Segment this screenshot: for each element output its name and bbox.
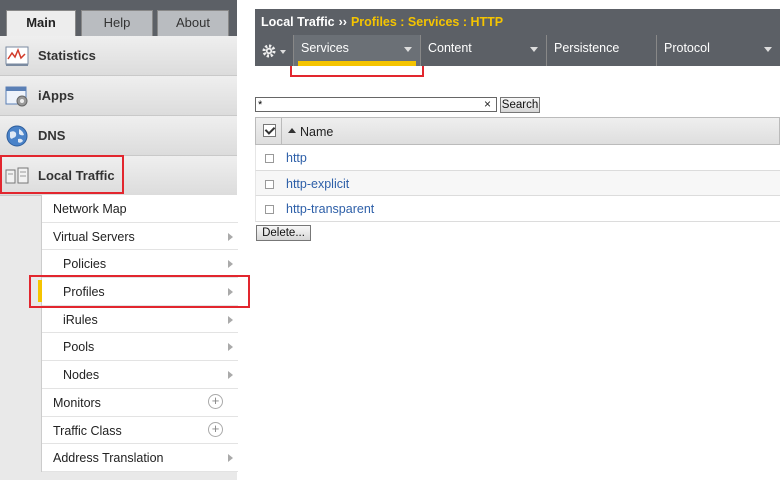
profile-link[interactable]: http-transparent (286, 202, 374, 216)
submenu-item-label: iRules (63, 312, 98, 327)
submenu-item-label: Nodes (63, 368, 100, 383)
submenu-item-label: Policies (63, 257, 107, 272)
statistics-icon (5, 46, 29, 66)
table-header: Name (255, 117, 780, 145)
chevron-down-icon (764, 47, 772, 52)
submenu-item-label: Address Translation (53, 451, 164, 466)
profile-link[interactable]: http-explicit (286, 177, 349, 191)
chevron-down-icon (530, 47, 538, 52)
column-divider (281, 118, 282, 144)
row-checkbox[interactable] (265, 179, 274, 189)
submenu-item-virtual-servers[interactable]: Virtual Servers (42, 223, 238, 251)
tab-label: Persistence (554, 41, 620, 55)
tab-about[interactable]: About (157, 10, 229, 36)
submenu-item-label: Profiles (63, 285, 105, 300)
chevron-right-icon (228, 315, 233, 324)
sidebar: Main Help About Statistics iApps DNS Loc… (0, 0, 238, 480)
chevron-right-icon (228, 232, 233, 241)
sidebar-item-label: iApps (38, 88, 75, 103)
clear-search-icon[interactable]: × (484, 97, 496, 112)
sidebar-item-iapps[interactable]: iApps (0, 76, 237, 116)
row-checkbox[interactable] (265, 205, 274, 214)
sidebar-item-dns[interactable]: DNS (0, 116, 237, 156)
add-icon[interactable]: + (208, 421, 223, 437)
search-button[interactable]: Search (500, 97, 540, 113)
iapps-icon (5, 86, 28, 107)
table-row: http (255, 145, 780, 171)
submenu-item-network-map[interactable]: Network Map (42, 195, 238, 223)
table-row: http-explicit (255, 170, 780, 196)
tab-label: Protocol (664, 41, 710, 55)
sort-ascending-icon[interactable] (288, 128, 296, 133)
breadcrumb-root: Local Traffic (261, 15, 335, 29)
sidebar-item-statistics[interactable]: Statistics (0, 36, 237, 76)
main-tabs: Main Help About (0, 0, 237, 37)
tab-label: Services (301, 41, 349, 55)
menu-bar: Services Content Persistence Protocol (255, 35, 780, 66)
chevron-right-icon (228, 343, 233, 352)
sidebar-item-local-traffic[interactable]: Local Traffic (0, 156, 237, 196)
row-checkbox[interactable] (265, 154, 274, 163)
profile-link[interactable]: http (286, 151, 307, 165)
sidebar-item-label: Statistics (38, 48, 96, 63)
tab-label: Content (428, 41, 472, 55)
chevron-right-icon (228, 454, 233, 463)
breadcrumb: Local Traffic ›› Profiles : Services : HTT… (255, 9, 780, 35)
table-row: http-transparent (255, 196, 780, 222)
sidebar-item-label: DNS (38, 128, 66, 143)
active-tab-underline (298, 61, 416, 66)
tab-help[interactable]: Help (81, 10, 153, 36)
submenu-item-profiles[interactable]: Profiles (38, 278, 238, 306)
submenu-item-label: Pools (63, 340, 95, 355)
column-header-name[interactable]: Name (300, 125, 333, 139)
submenu-item-label: Traffic Class (53, 423, 122, 438)
chevron-right-icon (228, 260, 233, 269)
submenu-item-policies[interactable]: Policies (42, 250, 238, 279)
chevron-right-icon (228, 288, 233, 297)
submenu-item-monitors[interactable]: Monitors + (42, 389, 238, 417)
submenu-item-label: Monitors (53, 395, 101, 410)
tab-main[interactable]: Main (6, 10, 76, 37)
submenu-item-nodes[interactable]: Nodes (42, 361, 238, 389)
dns-globe-icon (6, 125, 28, 147)
add-icon[interactable]: + (208, 393, 223, 409)
submenu-item-address-translation[interactable]: Address Translation (42, 444, 238, 472)
tab-protocol[interactable]: Protocol (656, 35, 780, 66)
profiles-table: Name http http-explicit http-transparent (255, 117, 780, 222)
tab-content[interactable]: Content (420, 35, 546, 66)
submenu-item-traffic-class[interactable]: Traffic Class + (42, 417, 238, 445)
submenu-item-pools[interactable]: Pools (42, 333, 238, 362)
chevron-right-icon (228, 371, 233, 380)
sidebar-item-label: Local Traffic (38, 168, 115, 183)
gear-icon[interactable] (260, 41, 288, 61)
chevron-down-icon (404, 47, 412, 52)
submenu-item-label: Virtual Servers (53, 229, 135, 244)
tab-services[interactable]: Services (293, 35, 420, 66)
breadcrumb-path: Profiles : Services : HTTP (350, 15, 504, 29)
submenu-item-irules[interactable]: iRules (42, 306, 238, 334)
delete-button[interactable]: Delete... (256, 225, 311, 241)
breadcrumb-separator: ›› (338, 15, 347, 29)
tab-persistence[interactable]: Persistence (546, 35, 656, 66)
local-traffic-icon (5, 167, 29, 184)
select-all-checkbox[interactable] (263, 124, 276, 137)
selected-indicator (38, 280, 42, 303)
search-input[interactable] (255, 97, 497, 112)
local-traffic-submenu: Network Map Virtual Servers Policies Pro… (38, 195, 238, 472)
submenu-item-label: Network Map (53, 202, 127, 216)
